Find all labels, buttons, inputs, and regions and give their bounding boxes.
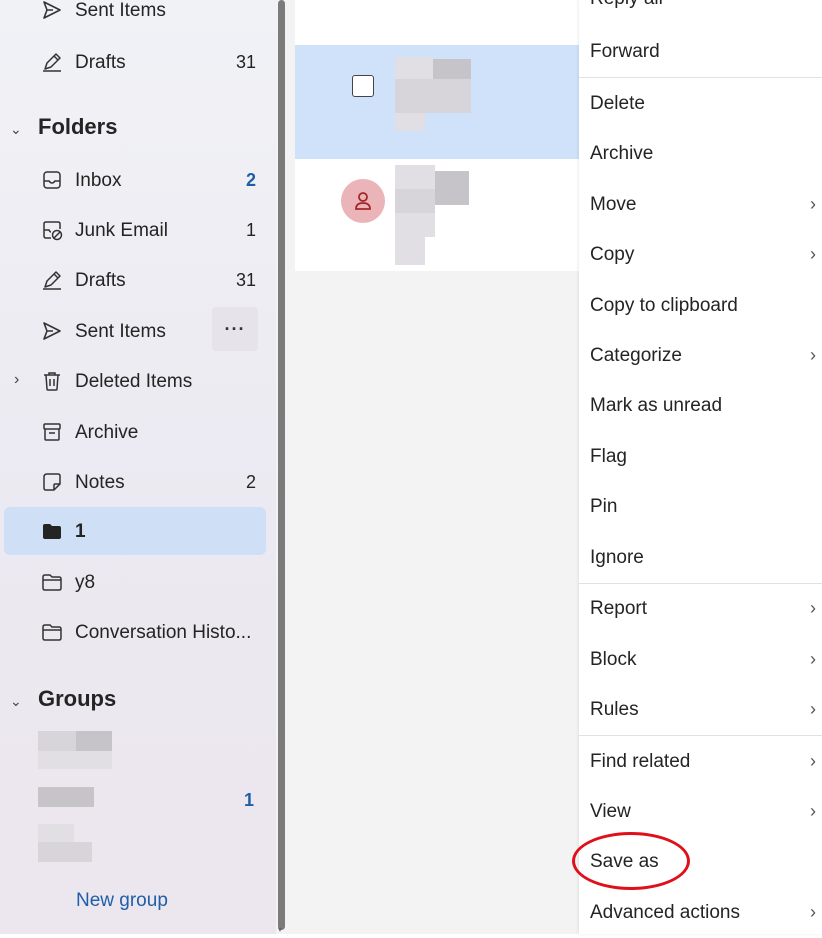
menu-item-view[interactable]: View ›	[579, 787, 822, 837]
sidebar-item-notes[interactable]: Notes 2	[4, 458, 266, 506]
folder-filled-icon	[40, 520, 64, 542]
menu-item-report[interactable]: Report ›	[579, 584, 822, 634]
scrollbar-thumb[interactable]	[278, 0, 285, 930]
sidebar-item-archive[interactable]: Archive	[4, 408, 266, 456]
chevron-right-icon: ›	[810, 699, 816, 719]
folders-header[interactable]: ⌄ Folders	[10, 114, 117, 140]
context-menu: Reply all Forward Delete Archive Move › …	[579, 0, 822, 934]
sidebar-item-drafts-favorites[interactable]: Drafts 31	[4, 38, 266, 86]
sidebar-item-conversation-history[interactable]: Conversation Histo...	[4, 608, 266, 656]
chevron-right-icon: ›	[810, 194, 816, 214]
sidebar-item-label: Sent Items	[75, 0, 166, 21]
person-icon	[355, 192, 371, 210]
sidebar-item-junk-email[interactable]: Junk Email 1	[4, 206, 266, 254]
folder-icon	[40, 571, 64, 593]
menu-item-block[interactable]: Block ›	[579, 635, 822, 685]
menu-item-advanced-actions[interactable]: Advanced actions ›	[579, 888, 822, 938]
menu-item-forward[interactable]: Forward	[579, 27, 822, 77]
sidebar-scrollbar[interactable]: ▾	[276, 0, 288, 934]
sidebar-item-inbox[interactable]: Inbox 2	[4, 156, 266, 204]
sidebar-item-label: Conversation Histo...	[75, 622, 252, 643]
sidebar-item-label: 1	[75, 521, 86, 542]
sidebar-item-y8[interactable]: y8	[4, 558, 266, 606]
more-options-button[interactable]: ···	[212, 307, 258, 351]
menu-item-archive[interactable]: Archive	[579, 129, 822, 179]
menu-item-flag[interactable]: Flag	[579, 432, 822, 482]
unread-count: 2	[245, 472, 256, 492]
groups-header[interactable]: ⌄ Groups	[10, 686, 116, 712]
sidebar-item-label: Notes	[75, 472, 125, 493]
notes-icon	[40, 471, 64, 493]
select-checkbox[interactable]	[352, 75, 374, 97]
unread-count: 2	[245, 170, 256, 190]
folder-pane: Sent Items Drafts 31 ⌄ Folders Inbox 2 Ju…	[0, 0, 276, 934]
menu-item-delete[interactable]: Delete	[579, 79, 822, 129]
folder-icon	[40, 621, 64, 643]
sidebar-item-deleted-items[interactable]: › Deleted Items	[4, 357, 266, 405]
chevron-right-icon: ›	[810, 345, 816, 365]
unread-count: 31	[235, 52, 256, 72]
unread-count: 1	[244, 790, 255, 810]
menu-item-ignore[interactable]: Ignore	[579, 533, 822, 583]
sidebar-item-folder-1[interactable]: 1	[4, 507, 266, 555]
menu-item-copy-to-clipboard[interactable]: Copy to clipboard	[579, 281, 822, 331]
message-row-selected[interactable]	[295, 45, 585, 159]
sidebar-item-label: Drafts	[75, 52, 126, 73]
trash-icon	[40, 370, 64, 392]
sent-icon	[40, 320, 64, 342]
chevron-down-icon: ⌄	[10, 121, 22, 137]
scroll-down-arrow-icon[interactable]: ▾	[278, 926, 282, 934]
junk-email-icon	[40, 219, 64, 241]
sidebar-item-label: Sent Items	[75, 321, 166, 342]
archive-icon	[40, 421, 64, 443]
sent-icon	[40, 0, 64, 21]
highlight-annotation-circle	[572, 832, 690, 890]
sidebar-item-sent-items-favorites[interactable]: Sent Items	[4, 0, 266, 34]
chevron-right-icon[interactable]: ›	[14, 371, 19, 389]
menu-item-reply-all[interactable]: Reply all	[579, 0, 822, 24]
menu-item-mark-as-unread[interactable]: Mark as unread	[579, 381, 822, 431]
drafts-icon	[40, 269, 64, 291]
sidebar-item-label: Inbox	[75, 170, 122, 191]
message-list	[288, 0, 585, 934]
inbox-icon	[40, 169, 64, 191]
new-group-link[interactable]: New group	[76, 890, 168, 912]
sidebar-item-label: y8	[75, 572, 96, 593]
menu-item-move[interactable]: Move ›	[579, 180, 822, 230]
menu-item-copy[interactable]: Copy ›	[579, 230, 822, 280]
chevron-right-icon: ›	[810, 649, 816, 669]
sidebar-item-drafts[interactable]: Drafts 31	[4, 256, 266, 304]
message-row[interactable]	[295, 159, 585, 271]
menu-item-pin[interactable]: Pin	[579, 482, 822, 532]
sidebar-item-label: Drafts	[75, 270, 126, 291]
avatar	[341, 179, 385, 223]
chevron-right-icon: ›	[810, 801, 816, 821]
chevron-right-icon: ›	[810, 902, 816, 922]
menu-divider	[579, 735, 822, 736]
chevron-right-icon: ›	[810, 598, 816, 618]
menu-item-categorize[interactable]: Categorize ›	[579, 331, 822, 381]
chevron-right-icon: ›	[810, 751, 816, 771]
unread-count: 1	[245, 220, 256, 240]
menu-item-rules[interactable]: Rules ›	[579, 685, 822, 735]
sidebar-item-label: Archive	[75, 422, 139, 443]
sidebar-item-label: Deleted Items	[75, 371, 193, 392]
sidebar-item-label: Junk Email	[75, 220, 168, 241]
menu-divider	[579, 77, 822, 78]
chevron-right-icon: ›	[810, 244, 816, 264]
drafts-icon	[40, 51, 64, 73]
unread-count: 31	[235, 270, 256, 290]
chevron-down-icon: ⌄	[10, 693, 22, 709]
menu-item-find-related[interactable]: Find related ›	[579, 737, 822, 787]
